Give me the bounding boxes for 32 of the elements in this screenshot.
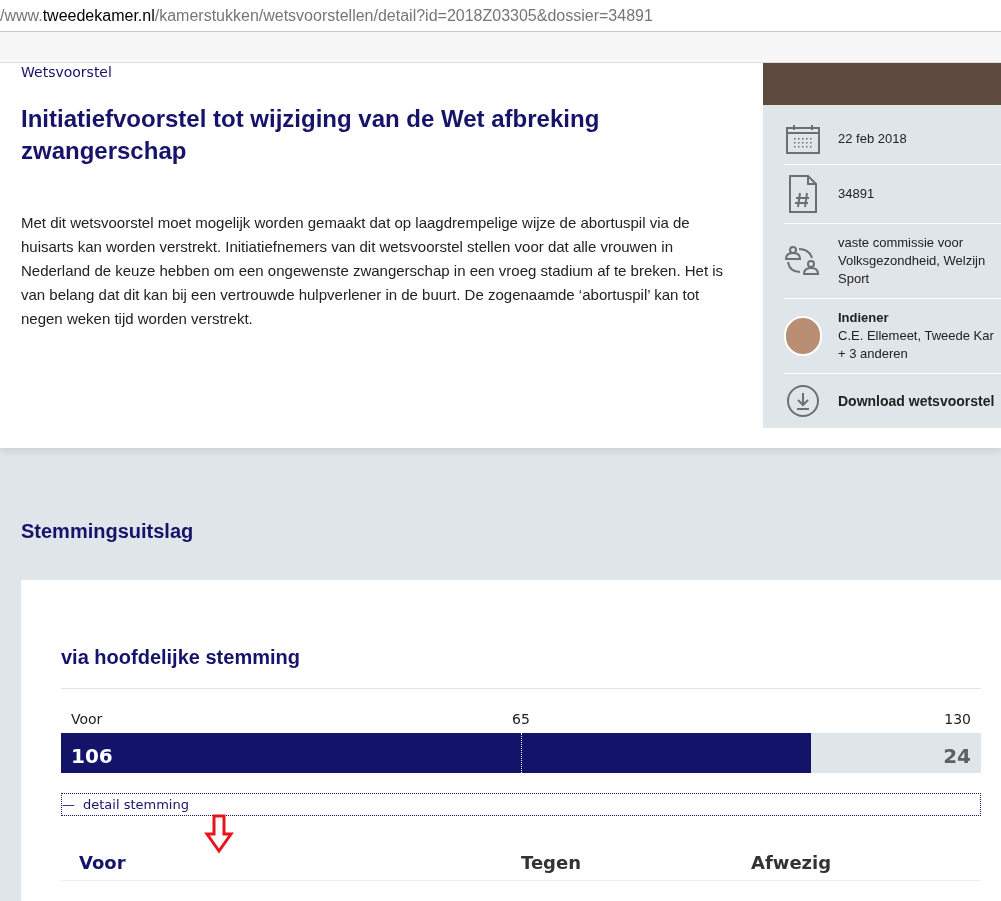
detail-toggle[interactable]: — detail stemming	[61, 793, 981, 816]
info-text: Volksgezondheid, Welzijn	[838, 252, 986, 270]
address-bar[interactable]: /www.tweedekamer.nl/kamerstukken/wetsvoorstellen/detail?id=2018Z03305&dossier=34891	[0, 0, 1001, 32]
bar-label: Voor	[71, 710, 103, 729]
download-link[interactable]: Download wetsvoorstel	[838, 392, 995, 410]
total-label: 130	[944, 710, 971, 729]
info-text: 34891	[838, 185, 875, 203]
arrow-annotation	[204, 814, 234, 854]
url-text: /www.tweedekamer.nl/kamerstukken/wetsvoorstellen/detail?id=2018Z03305&dossier=34891	[0, 5, 653, 26]
hash-document-icon	[789, 175, 817, 213]
info-text: 22 feb 2018	[838, 129, 907, 148]
column-tab[interactable]: Afwezig	[751, 849, 832, 876]
document-summary: Met dit wetsvoorstel moet mogelijk worden gemaakt dat op laagdrempelige wijze de abortuspil via de huisarts kan worden verstrekt. Initiatiefnemers van dit wetsvoorstel stellen voor dat alle vrouwen in Nederland de keuze hebben om een ongewenste zwangerschap in een vroeg stadium af te breken. Het is van belang dat dit kan bij een vertrouwde hulpverlener in de buurt. De zogenaamde ‘abortuspil’ kan tot negen weken tijd worden verstrekt.	[21, 213, 725, 329]
submitter-heading: Indiener	[838, 309, 890, 327]
info-text: + 3 anderen	[838, 345, 909, 363]
download-icon	[786, 384, 820, 418]
avatar	[784, 316, 822, 356]
midpoint-label: 65	[512, 710, 530, 729]
column-tab[interactable]: Voor	[61, 849, 521, 876]
column-tab[interactable]: Tegen	[521, 849, 751, 876]
for-count: 106	[71, 743, 113, 770]
vote-method: via hoofdelijke stemming	[61, 642, 981, 689]
midpoint-line	[521, 733, 522, 773]
info-text: vaste commissie voor	[838, 234, 964, 252]
section-title: Stemmingsuitslag	[21, 519, 195, 544]
people-exchange-icon	[785, 245, 821, 277]
document-type: Wetsvoorstel	[21, 63, 113, 81]
info-text: Sport	[838, 270, 871, 288]
against-count: 24	[943, 743, 971, 770]
calendar-icon	[786, 123, 820, 154]
info-text: C.E. Ellemeet, Tweede Kar	[838, 327, 994, 345]
document-title: Initiatiefvoorstel tot wijziging van de Wet afbreking zwangerschap	[21, 104, 601, 166]
